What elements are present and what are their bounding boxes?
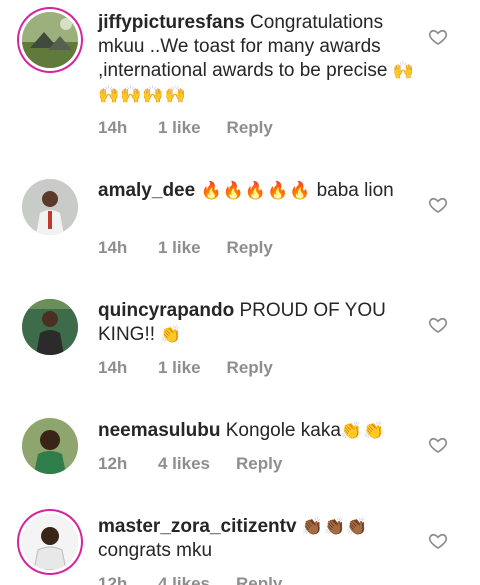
comment-body: amaly_dee 🔥🔥🔥🔥🔥 baba lion [98,179,420,203]
avatar-image [22,514,78,570]
reply-button[interactable]: Reply [227,118,273,138]
comment-likes[interactable]: 1 like [158,358,201,378]
comment-time: 14h [98,358,128,377]
comment-body: master_zora_citizentv 👏🏾👏🏾👏🏾 congrats mk… [98,515,420,563]
like-heart-icon[interactable] [428,195,448,215]
avatar[interactable] [22,514,78,570]
comment-time: 12h [98,574,128,585]
reply-button[interactable]: Reply [236,454,282,474]
comment-emoji: 👏 [160,325,183,345]
like-heart-icon[interactable] [428,435,448,455]
avatar[interactable] [22,418,78,474]
comment-text-after: congrats mku [98,540,213,561]
avatar-image [22,418,78,474]
avatar-image [22,179,78,235]
comment-time: 14h [98,118,128,137]
like-heart-icon[interactable] [428,27,448,47]
comment-time: 12h [98,454,128,473]
comment-meta: 12h 4 likes Reply [98,574,282,585]
comment-body: jiffypicturesfans Congratulations mkuu .… [98,11,420,107]
comment-likes[interactable]: 1 like [158,118,201,138]
like-heart-icon[interactable] [428,531,448,551]
comment-emoji: 👏🏾👏🏾👏🏾 [301,517,369,537]
comment-likes[interactable]: 1 like [158,238,201,258]
avatar[interactable] [22,299,78,355]
reply-button[interactable]: Reply [227,358,273,378]
avatar-image [22,12,78,68]
reply-button[interactable]: Reply [236,574,282,585]
avatar[interactable] [22,179,78,235]
comment-emoji: 🔥🔥🔥🔥🔥 [200,181,312,201]
comment-meta: 14h 1 like Reply [98,118,273,138]
comment-emoji: 👏👏 [340,421,386,441]
comment-body: neemasulubu Kongole kaka👏👏 [98,419,420,443]
comment-username[interactable]: quincyrapando [98,300,234,321]
comment-username[interactable]: jiffypicturesfans [98,12,245,33]
like-heart-icon[interactable] [428,315,448,335]
comment-time: 14h [98,238,128,257]
comment-likes[interactable]: 4 likes [158,454,210,474]
comment-username[interactable]: neemasulubu [98,420,220,441]
avatar-image [22,299,78,355]
comment-username[interactable]: master_zora_citizentv [98,516,297,537]
comment-body: quincyrapando PROUD OF YOU KING!! 👏 [98,299,420,347]
comment-meta: 12h 4 likes Reply [98,454,282,474]
comment-meta: 14h 1 like Reply [98,358,273,378]
comment-username[interactable]: amaly_dee [98,180,195,201]
comment-meta: 14h 1 like Reply [98,238,273,258]
reply-button[interactable]: Reply [227,238,273,258]
comment-text: Kongole kaka [220,420,341,441]
avatar[interactable] [22,12,78,68]
comment-text-after: baba lion [311,180,394,201]
comment-likes[interactable]: 4 likes [158,574,210,585]
